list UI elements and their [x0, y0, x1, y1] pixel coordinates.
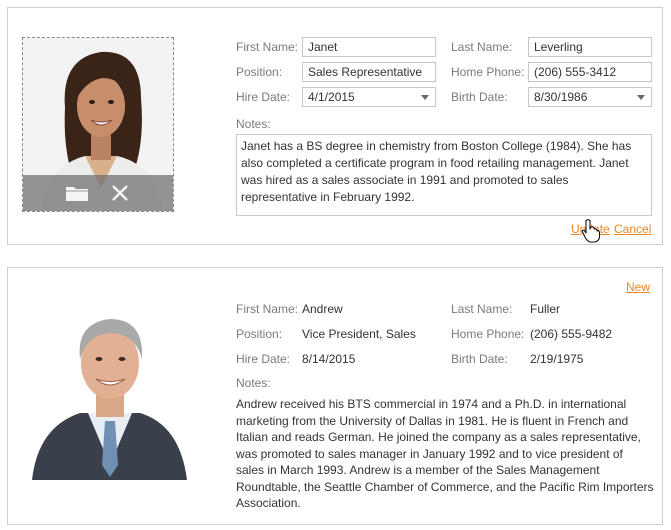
hire-date-label: Hire Date: — [236, 352, 291, 366]
notes-text: Andrew received his BTS commercial in 19… — [236, 397, 654, 510]
hire-date-label: Hire Date: — [236, 90, 291, 104]
position-label: Position: — [236, 65, 283, 79]
photo-toolbar — [23, 175, 173, 211]
birth-date-label: Birth Date: — [451, 352, 508, 366]
position-field[interactable]: Sales Representative — [302, 62, 436, 82]
first-name-field[interactable]: Janet — [302, 37, 436, 57]
last-name-label: Last Name: — [451, 302, 513, 316]
employee-view-card: New First Name: Andrew Last Name: Fuller… — [7, 267, 663, 525]
chevron-down-icon[interactable] — [637, 95, 645, 100]
home-phone-field[interactable]: (206) 555-3412 — [528, 62, 652, 82]
first-name-value: Andrew — [302, 302, 343, 316]
hire-date-value: 4/1/2015 — [308, 90, 355, 104]
birth-date-value: 8/30/1986 — [534, 90, 588, 104]
home-phone-label: Home Phone: — [451, 65, 525, 79]
chevron-down-icon[interactable] — [421, 95, 429, 100]
birth-date-picker[interactable]: 8/30/1986 — [528, 87, 652, 107]
notes-field[interactable]: Janet has a BS degree in chemistry from … — [236, 134, 652, 216]
home-phone-label: Home Phone: — [451, 327, 525, 341]
first-name-label: First Name: — [236, 40, 299, 54]
hand-cursor-icon — [581, 219, 601, 246]
position-value: Vice President, Sales — [302, 327, 416, 341]
home-phone-value: (206) 555-9482 — [530, 327, 613, 341]
hire-date-picker[interactable]: 4/1/2015 — [302, 87, 436, 107]
last-name-label: Last Name: — [451, 40, 513, 54]
cancel-link[interactable]: Cancel — [614, 222, 651, 236]
last-name-value: Fuller — [530, 302, 561, 316]
notes-label: Notes: — [236, 117, 271, 131]
new-link[interactable]: New — [626, 280, 650, 294]
first-name-label: First Name: — [236, 302, 299, 316]
employee-photo — [32, 305, 187, 480]
hire-date-value: 8/14/2015 — [302, 352, 356, 366]
employee-edit-card: First Name: Janet Last Name: Leverling P… — [7, 7, 663, 245]
photo-editor[interactable] — [22, 37, 174, 212]
notes-label: Notes: — [236, 376, 271, 390]
last-name-field[interactable]: Leverling — [528, 37, 652, 57]
birth-date-label: Birth Date: — [451, 90, 508, 104]
birth-date-value: 2/19/1975 — [530, 352, 584, 366]
position-label: Position: — [236, 327, 283, 341]
